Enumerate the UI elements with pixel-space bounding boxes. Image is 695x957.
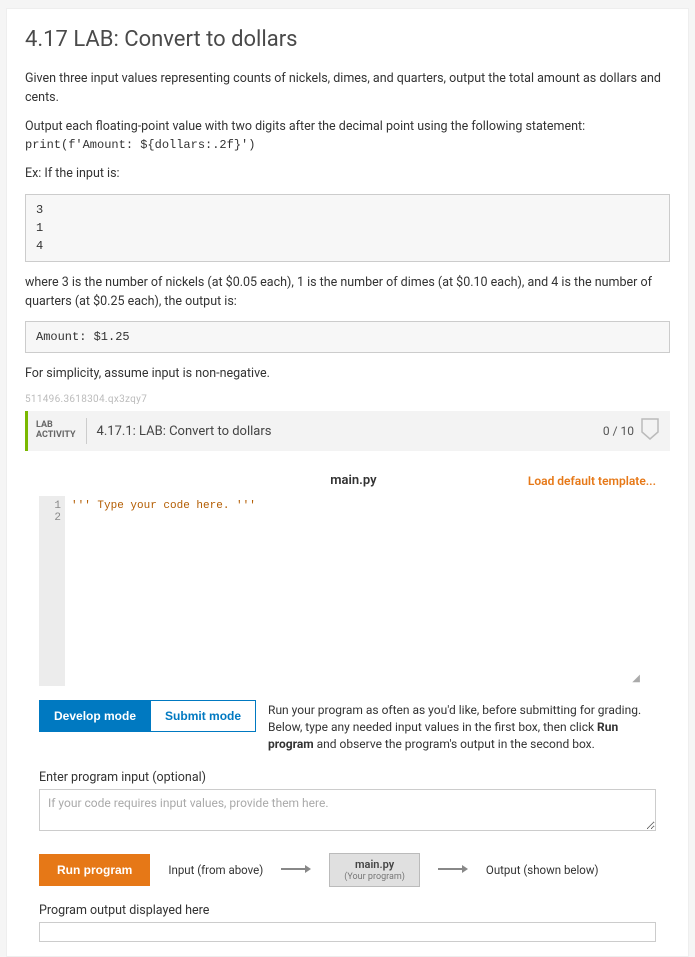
flow-input-label: Input (from above): [168, 863, 263, 877]
description-4: For simplicity, assume input is non-nega…: [25, 365, 670, 384]
mode-help-text: Run your program as often as you'd like,…: [268, 700, 656, 752]
develop-mode-button[interactable]: Develop mode: [39, 700, 151, 732]
arrow-right-icon: [281, 863, 311, 878]
description-3: where 3 is the number of nickels (at $0.…: [25, 274, 670, 312]
activity-id: 511496.3618304.qx3zqy7: [25, 394, 670, 405]
output-section-label: Program output displayed here: [39, 903, 656, 918]
arrow-right-icon: [438, 863, 468, 878]
submit-mode-button[interactable]: Submit mode: [151, 700, 256, 732]
example-label: Ex: If the input is:: [25, 165, 670, 184]
code-editor[interactable]: 1 2 ''' Type your code here. ''' ◢: [39, 496, 656, 686]
shield-icon: [640, 417, 660, 445]
flow-output-label: Output (shown below): [486, 863, 599, 877]
lab-activity-label: LAB ACTIVITY: [36, 421, 76, 441]
page-title: 4.17 LAB: Convert to dollars: [25, 27, 670, 52]
run-program-button[interactable]: Run program: [39, 854, 150, 886]
program-output: [39, 922, 656, 942]
example-output-box: Amount: $1.25: [25, 321, 670, 353]
line-gutter: 1 2: [39, 496, 65, 686]
mode-toggle: Develop mode Submit mode: [39, 700, 256, 732]
description-2: Output each floating-point value with tw…: [25, 118, 670, 156]
lab-activity-title: 4.17.1: LAB: Convert to dollars: [97, 424, 603, 439]
code-area[interactable]: ''' Type your code here. ''': [65, 496, 656, 686]
program-input[interactable]: [39, 789, 656, 831]
example-input-box: 3 1 4: [25, 194, 670, 262]
program-flow-box: main.py (Your program): [329, 853, 420, 887]
load-default-template-link[interactable]: Load default template...: [528, 474, 656, 488]
description-1: Given three input values representing co…: [25, 70, 670, 108]
print-statement: print(f'Amount: ${dollars:.2f}'): [25, 138, 255, 152]
score: 0 / 10: [603, 424, 634, 438]
divider: [86, 418, 87, 444]
input-section-label: Enter program input (optional): [39, 770, 656, 785]
lab-activity-bar: LAB ACTIVITY 4.17.1: LAB: Convert to dol…: [25, 411, 670, 451]
filename-label: main.py: [179, 473, 528, 488]
